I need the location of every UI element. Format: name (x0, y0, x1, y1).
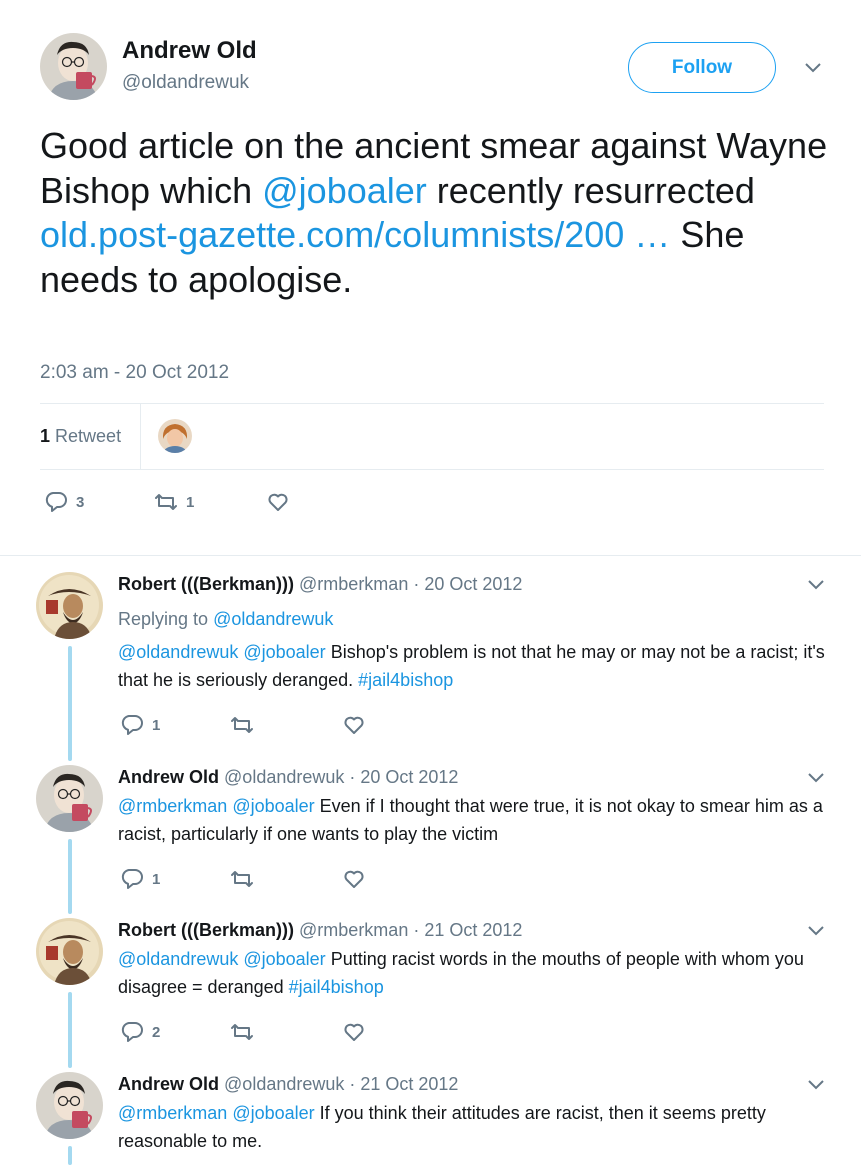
retweet-button[interactable] (230, 867, 342, 891)
reply-header: Robert (((Berkman))) @rmberkman · 20 Oct… (118, 574, 522, 595)
retweet-count[interactable]: 1 Retweet (40, 426, 121, 447)
reply-tweet[interactable]: Robert (((Berkman))) @rmberkman · 21 Oct… (0, 914, 861, 1068)
avatar[interactable] (40, 33, 107, 100)
author-meta[interactable]: @oldandrewuk · 21 Oct 2012 (224, 1074, 458, 1094)
tweet-timestamp[interactable]: 2:03 am - 20 Oct 2012 (40, 362, 229, 384)
like-icon (344, 870, 364, 888)
follow-button[interactable]: Follow (628, 42, 776, 93)
thread-line (68, 839, 72, 914)
reply-icon (121, 869, 143, 889)
chevron-down-icon[interactable] (803, 58, 823, 78)
reply-text: @oldandrewuk @joboaler Bishop's problem … (118, 642, 825, 690)
reply-icon (121, 715, 143, 735)
reply-actions: 2 (120, 1020, 366, 1044)
mention-link[interactable]: @rmberkman (118, 1103, 227, 1123)
reply-header: Andrew Old @oldandrewuk · 20 Oct 2012 (118, 767, 458, 788)
retweet-icon (231, 1024, 253, 1040)
hashtag-link[interactable]: #jail4bishop (358, 670, 453, 690)
reply-count: 2 (152, 1023, 161, 1041)
hashtag-link[interactable]: #jail4bishop (289, 977, 384, 997)
author-name[interactable]: Andrew Old (122, 37, 257, 65)
reply-text: @rmberkman @joboaler Even if I thought t… (118, 796, 823, 844)
reply-button[interactable]: 1 (120, 713, 230, 737)
retweet-icon (231, 871, 253, 887)
avatar[interactable] (36, 918, 103, 985)
author-name[interactable]: Andrew Old (118, 767, 219, 787)
mention-link[interactable]: @oldandrewuk (118, 949, 238, 969)
author-meta[interactable]: @oldandrewuk · 20 Oct 2012 (224, 767, 458, 787)
like-button[interactable] (342, 713, 366, 737)
reply-actions: 1 (120, 713, 366, 737)
mention-link[interactable]: @joboaler (232, 1103, 314, 1123)
like-button[interactable] (342, 1020, 366, 1044)
like-button[interactable] (342, 867, 366, 891)
like-icon (344, 716, 364, 734)
avatar[interactable] (36, 765, 103, 832)
tweet-actions: 3 1 (44, 490, 290, 514)
reply-actions: 1 (120, 867, 366, 891)
retweeter-avatar[interactable] (158, 419, 192, 453)
avatar[interactable] (36, 572, 103, 639)
author-handle[interactable]: @oldandrewuk (122, 72, 249, 94)
tweet-text: Good article on the ancient smear agains… (40, 124, 830, 302)
retweet-icon (231, 717, 253, 733)
reply-header: Robert (((Berkman))) @rmberkman · 21 Oct… (118, 920, 522, 941)
reply-text: @rmberkman @joboaler If you think their … (118, 1103, 766, 1151)
reply-icon (45, 492, 67, 512)
reply-text: @oldandrewuk @joboaler Putting racist wo… (118, 949, 804, 997)
mention-link[interactable]: @joboaler (243, 642, 325, 662)
author-name[interactable]: Robert (((Berkman))) (118, 920, 294, 940)
reply-header: Andrew Old @oldandrewuk · 21 Oct 2012 (118, 1074, 458, 1095)
reply-button[interactable]: 3 (44, 490, 154, 514)
replying-to: Replying to @oldandrewuk (118, 609, 334, 629)
mention-link[interactable]: @oldandrewuk (118, 642, 238, 662)
reply-count: 1 (152, 716, 161, 734)
chevron-down-icon[interactable] (806, 768, 826, 788)
retweet-button[interactable] (230, 1020, 342, 1044)
chevron-down-icon[interactable] (806, 921, 826, 941)
mention-link[interactable]: @oldandrewuk (213, 609, 333, 629)
mention-link[interactable]: @joboaler (232, 796, 314, 816)
mention-link[interactable]: @joboaler (243, 949, 325, 969)
like-icon (344, 1023, 364, 1041)
divider (40, 469, 824, 470)
reply-button[interactable]: 1 (120, 867, 230, 891)
retweet-icon (155, 494, 177, 510)
thread-line (68, 992, 72, 1068)
reply-icon (121, 1022, 143, 1042)
chevron-down-icon[interactable] (806, 1075, 826, 1095)
retweets-count: 1 (186, 493, 195, 511)
reply-count: 1 (152, 870, 161, 888)
main-tweet: Andrew Old @oldandrewuk Follow Good arti… (0, 0, 861, 556)
tweet-text-part: recently resurrected (426, 169, 755, 211)
retweet-stats: 1 Retweet (40, 404, 824, 469)
author-meta[interactable]: @rmberkman · 20 Oct 2012 (299, 574, 522, 594)
author-meta[interactable]: @rmberkman · 21 Oct 2012 (299, 920, 522, 940)
author-name[interactable]: Andrew Old (118, 1074, 219, 1094)
author-name[interactable]: Robert (((Berkman))) (118, 574, 294, 594)
reply-count: 3 (76, 493, 85, 511)
article-link[interactable]: old.post-gazette.com/columnists/200 … (40, 214, 670, 255)
reply-button[interactable]: 2 (120, 1020, 230, 1044)
mention-link[interactable]: @joboaler (262, 170, 427, 211)
reply-tweet[interactable]: Andrew Old @oldandrewuk · 21 Oct 2012 @r… (0, 1068, 861, 1165)
reply-tweet[interactable]: Andrew Old @oldandrewuk · 20 Oct 2012 @r… (0, 761, 861, 914)
like-icon (268, 493, 288, 511)
stats-divider (140, 404, 141, 469)
retweet-button[interactable] (230, 713, 342, 737)
reply-tweet[interactable]: Robert (((Berkman))) @rmberkman · 20 Oct… (0, 556, 861, 761)
mention-link[interactable]: @rmberkman (118, 796, 227, 816)
like-button[interactable] (266, 490, 290, 514)
chevron-down-icon[interactable] (806, 575, 826, 595)
thread-line (68, 1146, 72, 1165)
retweet-button[interactable]: 1 (154, 490, 266, 514)
thread-line (68, 646, 72, 761)
avatar[interactable] (36, 1072, 103, 1139)
